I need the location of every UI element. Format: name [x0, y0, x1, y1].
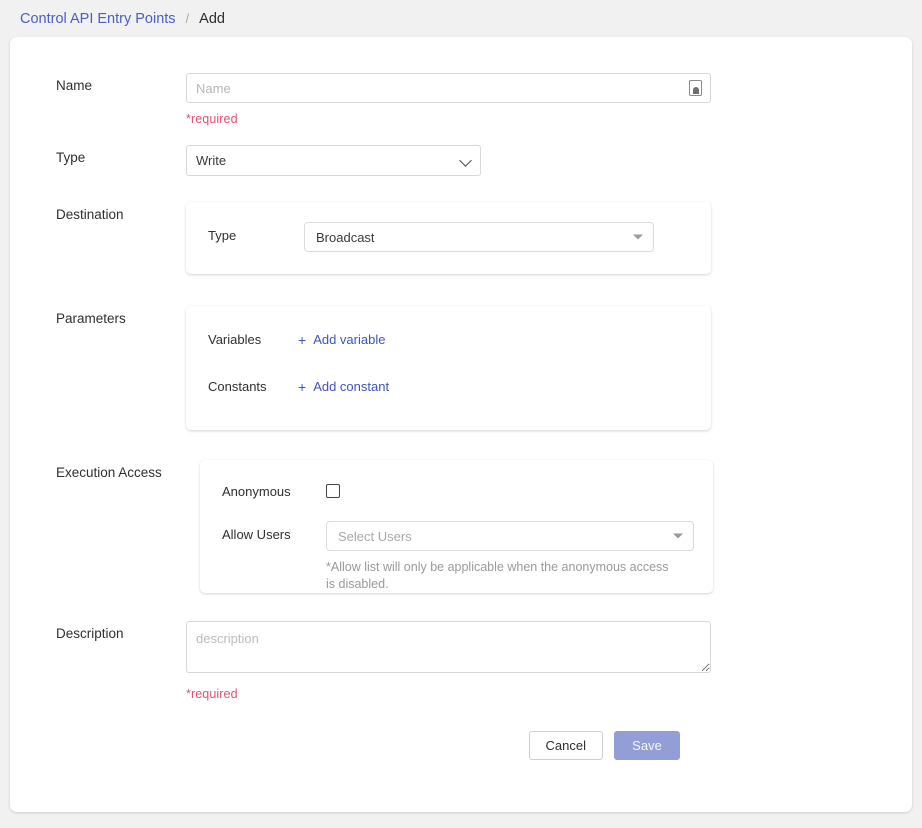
constants-label: Constants	[208, 379, 298, 394]
allow-users-label: Allow Users	[222, 521, 326, 542]
description-required-error: *required	[186, 687, 912, 701]
breadcrumb-separator: /	[186, 11, 190, 26]
dropdown-arrow-icon	[673, 534, 683, 539]
type-label: Type	[56, 145, 186, 167]
form-actions: Cancel Save	[10, 731, 912, 760]
anonymous-label: Anonymous	[222, 484, 326, 499]
form-card: Name *required Type Write	[10, 37, 912, 812]
parameters-panel: Variables + Add variable Constants + Add…	[186, 306, 711, 430]
dropdown-arrow-icon	[633, 235, 643, 240]
cancel-button[interactable]: Cancel	[529, 731, 603, 760]
description-textarea[interactable]	[186, 621, 711, 673]
name-label: Name	[56, 73, 186, 95]
form-row-execution-access: Execution Access Anonymous Allow Users S…	[10, 460, 912, 593]
allow-users-field: Select Users *Allow list will only be ap…	[326, 521, 694, 593]
anonymous-checkbox[interactable]	[326, 484, 340, 498]
badge-icon[interactable]	[689, 80, 702, 96]
add-constant-link[interactable]: + Add constant	[298, 379, 389, 394]
name-input-wrapper	[186, 73, 711, 103]
breadcrumb-link-control-api-entry-points[interactable]: Control API Entry Points	[20, 11, 176, 27]
variables-row: Variables + Add variable	[208, 332, 711, 347]
destination-type-label: Type	[208, 222, 304, 243]
allow-users-placeholder: Select Users	[338, 529, 412, 544]
execution-access-label: Execution Access	[56, 460, 200, 482]
description-field-group: *required	[186, 621, 912, 701]
type-field-group: Write	[186, 145, 912, 176]
add-variable-label: Add variable	[313, 332, 385, 347]
allow-users-hint: *Allow list will only be applicable when…	[326, 559, 671, 593]
destination-type-select[interactable]: Broadcast	[304, 222, 654, 252]
form-row-destination: Destination Type Broadcast	[10, 202, 912, 274]
allow-users-row: Allow Users Select Users *Allow list wil…	[222, 521, 713, 593]
add-constant-label: Add constant	[313, 379, 389, 394]
plus-icon: +	[298, 380, 306, 394]
form-row-name: Name *required	[10, 73, 912, 126]
name-required-error: *required	[186, 112, 912, 126]
form-row-type: Type Write	[10, 145, 912, 176]
destination-panel: Type Broadcast	[186, 202, 711, 274]
form-row-parameters: Parameters Variables + Add variable Cons…	[10, 306, 912, 430]
parameters-label: Parameters	[56, 306, 186, 328]
form-row-description: Description *required	[10, 621, 912, 701]
description-label: Description	[56, 621, 186, 643]
constants-row: Constants + Add constant	[208, 379, 711, 394]
allow-users-select[interactable]: Select Users	[326, 521, 694, 551]
name-input[interactable]	[186, 73, 711, 103]
execution-access-panel: Anonymous Allow Users Select Users *Allo…	[200, 460, 713, 593]
anonymous-row: Anonymous	[222, 484, 713, 499]
save-button[interactable]: Save	[614, 731, 680, 760]
name-field-group: *required	[186, 73, 912, 126]
type-select[interactable]: Write	[186, 145, 481, 176]
destination-type-row: Type Broadcast	[208, 222, 711, 252]
destination-field-group: Type Broadcast	[186, 202, 912, 274]
parameters-field-group: Variables + Add variable Constants + Add…	[186, 306, 912, 430]
destination-type-value: Broadcast	[316, 230, 375, 245]
type-select-wrapper: Write	[186, 145, 481, 176]
variables-label: Variables	[208, 332, 298, 347]
breadcrumb-current-add: Add	[199, 11, 225, 27]
add-variable-link[interactable]: + Add variable	[298, 332, 385, 347]
form-body: Name *required Type Write	[10, 37, 912, 760]
breadcrumb: Control API Entry Points / Add	[0, 0, 922, 37]
execution-access-field-group: Anonymous Allow Users Select Users *Allo…	[200, 460, 912, 593]
destination-label: Destination	[56, 202, 186, 224]
plus-icon: +	[298, 333, 306, 347]
